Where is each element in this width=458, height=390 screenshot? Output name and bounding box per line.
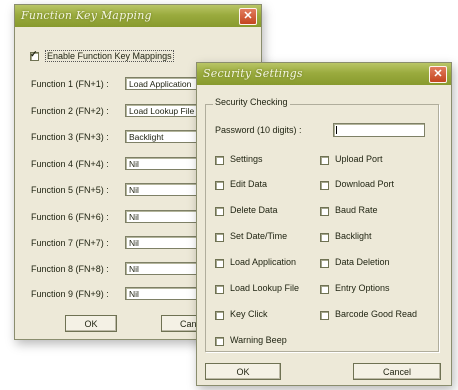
- group-legend: Security Checking: [213, 97, 290, 107]
- function-1-label: Function 1 (FN+1) :: [31, 79, 109, 89]
- function-2-label: Function 2 (FN+2) :: [31, 106, 109, 116]
- password-label: Password (10 digits) :: [215, 125, 302, 135]
- title-bar[interactable]: Function Key Mapping ✕: [15, 5, 261, 27]
- key-click-label: Key Click: [230, 309, 268, 319]
- security-settings-dialog: Security Settings ✕ Security Checking Pa…: [196, 62, 452, 386]
- function-7-label: Function 7 (FN+7) :: [31, 238, 109, 248]
- entry-options-label: Entry Options: [335, 283, 390, 293]
- function-8-label: Function 8 (FN+8) :: [31, 264, 109, 274]
- baud-rate-checkbox[interactable]: [320, 207, 329, 216]
- function-6-label: Function 6 (FN+6) :: [31, 212, 109, 222]
- backlight-checkbox[interactable]: [320, 233, 329, 242]
- cancel-button[interactable]: Cancel: [353, 363, 441, 380]
- enable-mappings-checkbox[interactable]: [30, 49, 39, 61]
- entry-options-checkbox[interactable]: [320, 285, 329, 294]
- set-date-time-checkbox[interactable]: [215, 233, 224, 242]
- key-click-checkbox[interactable]: [215, 311, 224, 320]
- ok-button[interactable]: OK: [205, 363, 281, 380]
- edit-data-checkbox[interactable]: [215, 181, 224, 190]
- set-date-time-label: Set Date/Time: [230, 231, 288, 241]
- ok-button[interactable]: OK: [65, 315, 117, 332]
- barcode-good-read-checkbox[interactable]: [320, 311, 329, 320]
- baud-rate-label: Baud Rate: [335, 205, 378, 215]
- load-lookup-file-checkbox[interactable]: [215, 285, 224, 294]
- delete-data-label: Delete Data: [230, 205, 278, 215]
- function-4-label: Function 4 (FN+4) :: [31, 159, 109, 169]
- load-application-label: Load Application: [230, 257, 297, 267]
- close-button[interactable]: ✕: [239, 8, 257, 25]
- barcode-good-read-label: Barcode Good Read: [335, 309, 418, 319]
- function-9-label: Function 9 (FN+9) :: [31, 289, 109, 299]
- title-bar[interactable]: Security Settings ✕: [197, 63, 451, 85]
- settings-label: Settings: [230, 154, 263, 164]
- download-port-label: Download Port: [335, 179, 395, 189]
- function-3-label: Function 3 (FN+3) :: [31, 132, 109, 142]
- dialog-title: Function Key Mapping: [21, 9, 152, 22]
- upload-port-label: Upload Port: [335, 154, 383, 164]
- warning-beep-label: Warning Beep: [230, 335, 287, 345]
- password-input[interactable]: [333, 123, 425, 137]
- data-deletion-checkbox[interactable]: [320, 259, 329, 268]
- function-5-label: Function 5 (FN+5) :: [31, 185, 109, 195]
- load-lookup-file-label: Load Lookup File: [230, 283, 300, 293]
- text-caret: [336, 126, 337, 134]
- edit-data-label: Edit Data: [230, 179, 268, 189]
- delete-data-checkbox[interactable]: [215, 207, 224, 216]
- warning-beep-checkbox[interactable]: [215, 337, 224, 346]
- data-deletion-label: Data Deletion: [335, 257, 390, 267]
- settings-checkbox[interactable]: [215, 156, 224, 165]
- enable-mappings-label[interactable]: Enable Function Key Mappings: [45, 50, 174, 62]
- load-application-checkbox[interactable]: [215, 259, 224, 268]
- dialog-title: Security Settings: [203, 67, 303, 80]
- upload-port-checkbox[interactable]: [320, 156, 329, 165]
- download-port-checkbox[interactable]: [320, 181, 329, 190]
- close-button[interactable]: ✕: [429, 66, 447, 83]
- backlight-label: Backlight: [335, 231, 372, 241]
